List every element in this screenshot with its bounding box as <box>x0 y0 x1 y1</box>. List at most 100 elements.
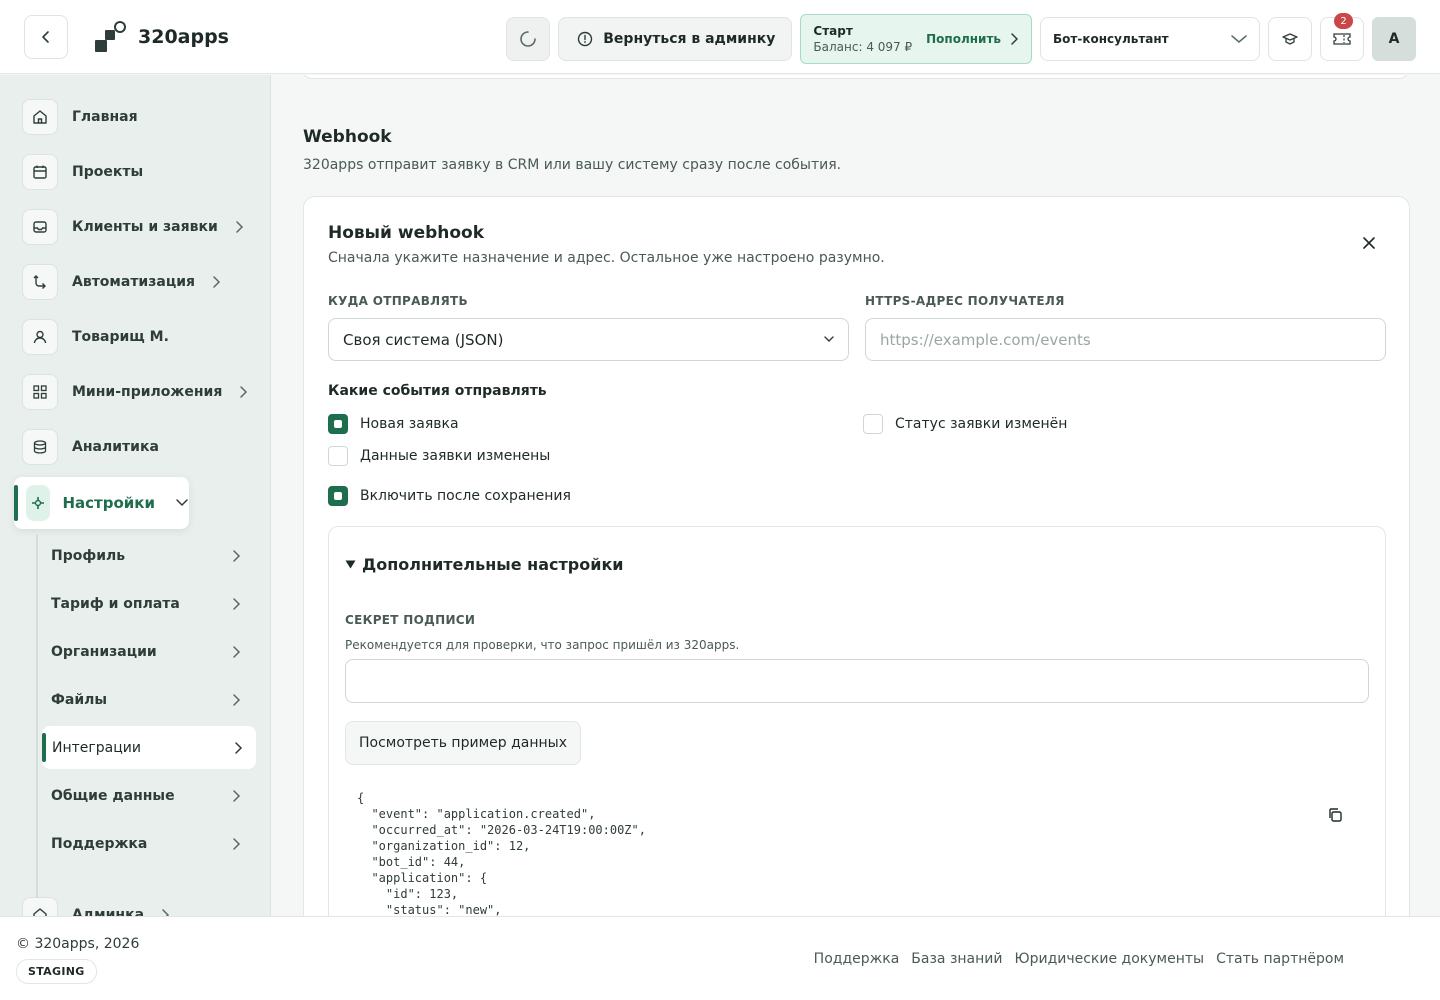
advanced-settings-title: Дополнительные настройки <box>362 555 624 574</box>
checkbox-checked[interactable] <box>328 486 348 506</box>
sidebar-item-label: Аналитика <box>72 439 159 455</box>
sidebar-item-label: Админка <box>72 907 145 916</box>
previous-card-edge <box>302 75 1409 79</box>
checkbox-unchecked[interactable] <box>328 446 348 466</box>
notification-badge: 2 <box>1334 13 1353 29</box>
sidebar-subitem-profile[interactable]: Профиль <box>51 536 247 576</box>
chevron-right-icon <box>233 694 241 706</box>
back-to-admin-button[interactable]: Вернуться в админку <box>558 17 793 61</box>
learning-button[interactable] <box>1268 17 1312 61</box>
sidebar-item-label: Главная <box>72 109 138 125</box>
footer-link-partner[interactable]: Стать партнёром <box>1216 951 1344 967</box>
secret-hint: Рекомендуется для проверки, что запрос п… <box>345 638 740 652</box>
active-indicator <box>42 733 46 762</box>
chevron-right-icon <box>234 220 244 234</box>
chevron-down-icon <box>175 498 189 508</box>
sidebar-subitem-label: Файлы <box>51 692 108 708</box>
section-title: Webhook <box>303 127 392 147</box>
sidebar-subitem-label: Интеграции <box>52 740 141 756</box>
top-header: 320apps Вернуться в админку Старт Баланс… <box>0 0 1440 74</box>
sidebar-item-automation[interactable]: Автоматизация <box>22 262 221 302</box>
automation-icon <box>22 264 58 300</box>
tickets-button[interactable]: 2 <box>1320 13 1364 61</box>
plan-balance: Баланс: 4 097 ₽ <box>813 40 913 54</box>
app-name: 320apps <box>138 25 229 48</box>
calendar-icon <box>22 154 58 190</box>
back-to-admin-label: Вернуться в админку <box>603 31 776 47</box>
main-content: Webhook 320apps отправит заявку в CRM ил… <box>272 75 1440 916</box>
advanced-settings: Дополнительные настройки СЕКРЕТ ПОДПИСИ … <box>328 526 1386 916</box>
destination-label: КУДА ОТПРАВЛЯТЬ <box>328 294 468 308</box>
chevron-right-icon <box>211 275 221 289</box>
copy-icon <box>1329 808 1342 822</box>
bot-select-value: Бот-консультант <box>1053 32 1169 46</box>
sidebar-subitem-shared-data[interactable]: Общие данные <box>51 776 247 816</box>
sidebar-item-admin[interactable]: Админка <box>22 895 170 916</box>
event-new-application[interactable]: Новая заявка <box>328 414 459 434</box>
close-icon <box>1363 237 1375 249</box>
sidebar-item-home[interactable]: Главная <box>22 97 138 137</box>
section-subtitle: 320apps отправит заявку в CRM или вашу с… <box>303 157 842 173</box>
active-indicator <box>14 485 18 521</box>
environment-badge: STAGING <box>16 959 97 984</box>
chevron-left-icon <box>42 30 49 43</box>
chevron-right-icon <box>233 838 241 850</box>
destination-select-value: Своя система (JSON) <box>343 330 504 349</box>
sidebar: Главная Проекты Клиенты и заявки Автомат… <box>0 75 271 916</box>
event-label: Данные заявки изменены <box>360 448 551 464</box>
chevron-right-icon <box>160 908 170 916</box>
advanced-settings-toggle[interactable]: Дополнительные настройки <box>345 555 624 574</box>
checkbox-checked[interactable] <box>328 414 348 434</box>
copyright: © 320apps, 2026 <box>16 936 140 952</box>
sidebar-subitem-files[interactable]: Файлы <box>51 680 247 720</box>
sidebar-subitem-integrations[interactable]: Интеграции <box>52 728 255 768</box>
footer-link-legal[interactable]: Юридические документы <box>1014 951 1204 967</box>
sidebar-subitem-billing[interactable]: Тариф и оплата <box>51 584 247 624</box>
sidebar-item-settings[interactable]: Настройки <box>14 477 189 529</box>
sidebar-item-label: Автоматизация <box>72 274 195 290</box>
copy-button[interactable] <box>1325 805 1345 825</box>
enable-after-save[interactable]: Включить после сохранения <box>328 486 571 506</box>
sidebar-item-clients[interactable]: Клиенты и заявки <box>22 207 244 247</box>
event-data-changed[interactable]: Данные заявки изменены <box>328 446 550 466</box>
plan-balance-box[interactable]: Старт Баланс: 4 097 ₽ Пополнить <box>800 14 1032 64</box>
sidebar-item-label: Клиенты и заявки <box>72 219 218 235</box>
sidebar-subitem-label: Поддержка <box>51 836 148 852</box>
sidebar-subitem-label: Организации <box>51 644 157 660</box>
footer-link-support[interactable]: Поддержка <box>814 951 900 967</box>
database-icon <box>22 429 58 465</box>
view-example-button[interactable]: Посмотреть пример данных <box>345 721 581 765</box>
chevron-right-icon <box>233 646 241 658</box>
footer-links: Поддержка База знаний Юридические докуме… <box>814 951 1344 967</box>
chevron-right-icon <box>238 385 248 399</box>
plan-name: Старт <box>813 24 853 38</box>
sidebar-subitem-support[interactable]: Поддержка <box>51 824 247 864</box>
sidebar-item-assistant[interactable]: Товарищ М. <box>22 317 169 357</box>
refresh-button[interactable] <box>506 17 551 61</box>
sidebar-item-analytics[interactable]: Аналитика <box>22 427 159 467</box>
bot-select[interactable]: Бот-консультант <box>1040 17 1260 61</box>
avatar[interactable]: А <box>1372 17 1416 61</box>
card-title: Новый webhook <box>328 223 485 243</box>
sidebar-item-mini-apps[interactable]: Мини-приложения <box>22 372 248 412</box>
destination-select[interactable]: Своя система (JSON) <box>328 318 849 361</box>
event-label: Новая заявка <box>360 416 459 432</box>
secret-input[interactable] <box>345 659 1369 703</box>
sidebar-item-label: Товарищ М. <box>72 329 169 345</box>
topup-link[interactable]: Пополнить <box>926 32 1019 46</box>
sidebar-subitem-organizations[interactable]: Организации <box>51 632 247 672</box>
sidebar-item-label: Мини-приложения <box>72 384 223 400</box>
footer-link-knowledge-base[interactable]: База знаний <box>911 951 1002 967</box>
url-label: HTTPS-АДРЕС ПОЛУЧАТЕЛЯ <box>865 294 1065 308</box>
close-button[interactable] <box>1359 233 1379 253</box>
checkbox-unchecked[interactable] <box>863 414 883 434</box>
sidebar-item-projects[interactable]: Проекты <box>22 152 143 192</box>
url-input[interactable] <box>865 318 1386 361</box>
ticket-icon <box>1333 33 1351 45</box>
new-webhook-card: Новый webhook Сначала укажите назначение… <box>303 196 1410 916</box>
home-icon <box>22 99 58 135</box>
back-button[interactable] <box>24 14 68 59</box>
event-status-changed[interactable]: Статус заявки изменён <box>863 414 1067 434</box>
chevron-down-icon <box>1231 35 1247 43</box>
admin-icon <box>22 897 58 916</box>
